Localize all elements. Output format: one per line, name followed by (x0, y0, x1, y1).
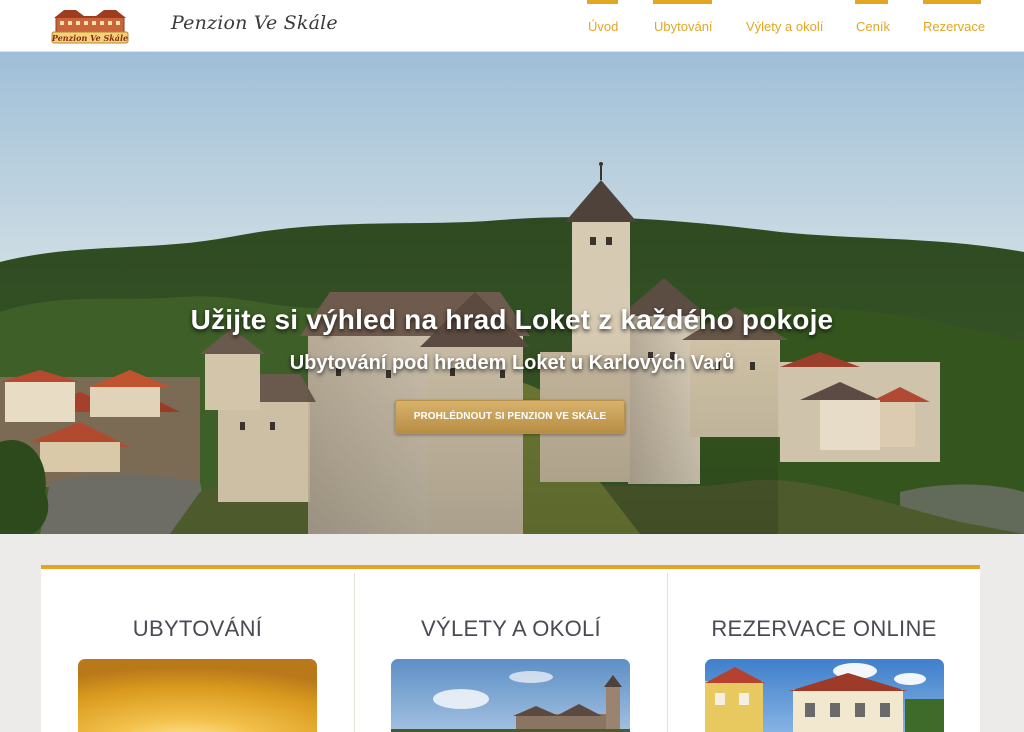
card-image[interactable] (78, 659, 317, 732)
brand-title: Penzion Ve Skále (171, 12, 338, 34)
hero-subtitle: Ubytování pod hradem Loket u Karlových V… (289, 352, 735, 374)
castle-photo (391, 659, 630, 732)
sunset-photo (78, 659, 317, 732)
hero-title: Užijte si výhled na hrad Loket z každého… (190, 304, 834, 335)
card-rezervace[interactable]: REZERVACE ONLINE (667, 573, 980, 732)
nav-ubytovani[interactable]: Ubytování (654, 19, 713, 34)
nav-rezervace[interactable]: Rezervace (923, 19, 985, 34)
nav-uvod[interactable]: Úvod (588, 19, 618, 34)
hero-banner: Užijte si výhled na hrad Loket z každého… (0, 52, 1024, 534)
card-image[interactable] (391, 659, 630, 732)
card-ubytovani[interactable]: UBYTOVÁNÍ (41, 573, 354, 732)
nav-active-bar (855, 0, 888, 4)
card-vylety[interactable]: VÝLETY A OKOLÍ (354, 573, 667, 732)
nav-active-bar (653, 0, 712, 4)
nav-vylety[interactable]: Výlety a okolí (746, 19, 823, 34)
nav-cenik[interactable]: Ceník (856, 19, 890, 34)
pension-building-photo (705, 659, 944, 732)
card-image[interactable] (705, 659, 944, 732)
hero-cta-button[interactable]: PROHLÉDNOUT SI PENZION VE SKÁLE (395, 400, 625, 434)
nav-active-bar (923, 0, 981, 4)
nav-active-bar (587, 0, 618, 4)
site-header: Penzion Ve Skále Penzion Ve Skále Úvod U… (0, 0, 1024, 52)
logo-text: Penzion Ve Skále (51, 33, 128, 43)
card-title: UBYTOVÁNÍ (132, 616, 263, 641)
feature-cards: UBYTOVÁNÍ VÝLETY A OKOLÍ REZERVACE ONLIN… (41, 565, 980, 732)
site-logo[interactable]: Penzion Ve Skále (50, 7, 130, 45)
card-title: VÝLETY A OKOLÍ (421, 616, 601, 641)
card-title: REZERVACE ONLINE (711, 616, 937, 641)
logo-image: Penzion Ve Skále (51, 10, 129, 44)
hero-castle-image (0, 52, 1024, 534)
